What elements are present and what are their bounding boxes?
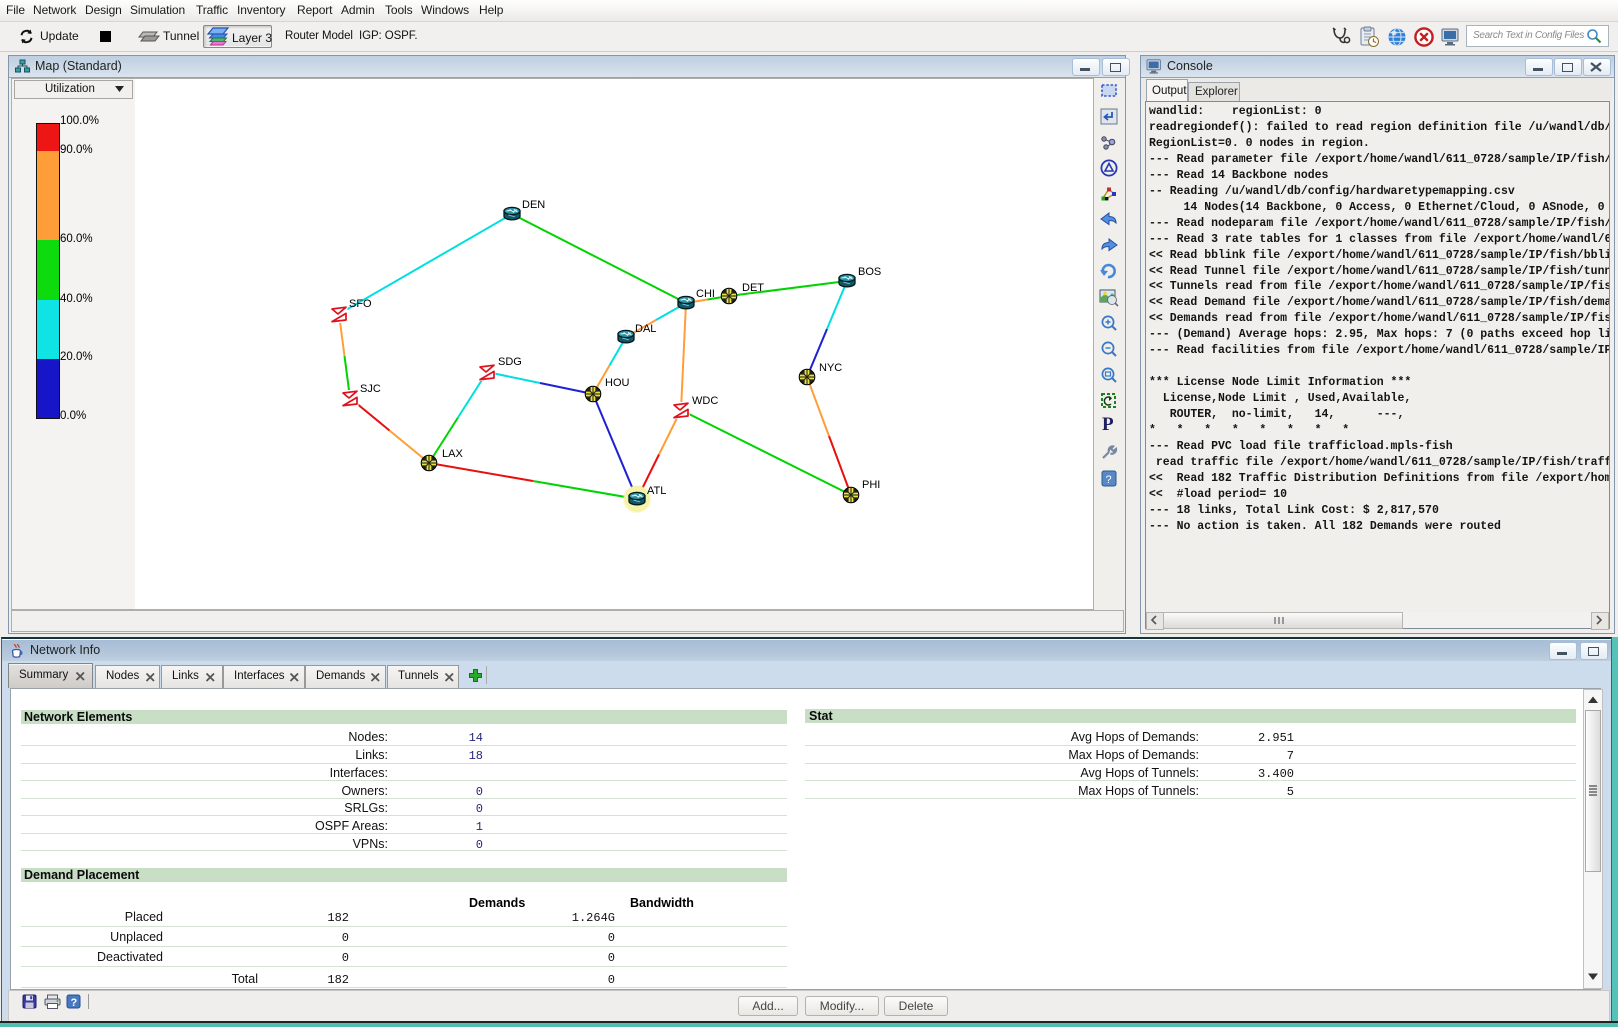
svg-text:SJC: SJC xyxy=(360,383,381,395)
svg-text:WDC: WDC xyxy=(692,395,718,407)
svg-text:?: ? xyxy=(1106,474,1112,486)
svg-text:?: ? xyxy=(71,997,78,1009)
svg-text:SFO: SFO xyxy=(349,298,372,310)
svg-text:CHI: CHI xyxy=(696,288,715,300)
svg-text:ATL: ATL xyxy=(647,485,666,497)
svg-text:DEN: DEN xyxy=(522,199,545,211)
svg-text:HOU: HOU xyxy=(605,377,630,389)
svg-text:SDG: SDG xyxy=(498,356,522,368)
svg-text:BOS: BOS xyxy=(858,266,881,278)
svg-text:PHI: PHI xyxy=(862,479,880,491)
svg-text:DAL: DAL xyxy=(635,323,656,335)
svg-text:DET: DET xyxy=(742,282,764,294)
svg-text:LAX: LAX xyxy=(442,448,463,460)
svg-text:NYC: NYC xyxy=(819,362,842,374)
